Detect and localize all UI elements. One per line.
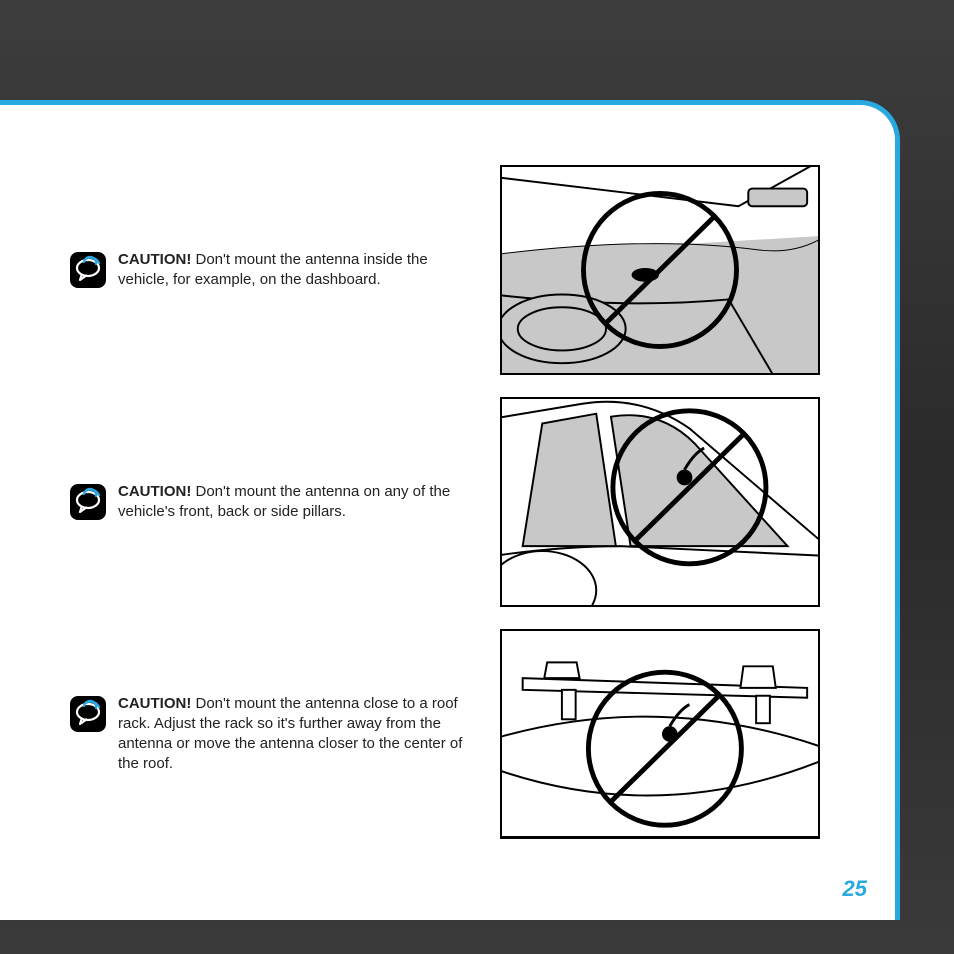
speech-bubble-icon bbox=[70, 696, 106, 732]
caution-block: CAUTION! Don't mount the antenna on any … bbox=[70, 482, 470, 523]
caution-list: CAUTION! Don't mount the antenna inside … bbox=[70, 165, 855, 839]
illustration-dashboard bbox=[500, 165, 820, 375]
caution-row: CAUTION! Don't mount the antenna on any … bbox=[70, 397, 855, 607]
speech-bubble-icon bbox=[70, 484, 106, 520]
caution-text: CAUTION! Don't mount the antenna inside … bbox=[118, 250, 470, 291]
caution-label: CAUTION! bbox=[118, 483, 191, 500]
illustration-pillar bbox=[500, 397, 820, 607]
speech-bubble-icon bbox=[70, 252, 106, 288]
caution-text: CAUTION! Don't mount the antenna close t… bbox=[118, 694, 470, 775]
page-number: 25 bbox=[843, 876, 867, 902]
caution-block: CAUTION! Don't mount the antenna close t… bbox=[70, 694, 470, 775]
manual-page: CAUTION! Don't mount the antenna inside … bbox=[0, 100, 900, 920]
caution-label: CAUTION! bbox=[118, 695, 191, 712]
illustration-roofrack bbox=[500, 629, 820, 839]
caution-block: CAUTION! Don't mount the antenna inside … bbox=[70, 250, 470, 291]
caution-row: CAUTION! Don't mount the antenna close t… bbox=[70, 629, 855, 839]
caution-label: CAUTION! bbox=[118, 251, 191, 268]
caution-row: CAUTION! Don't mount the antenna inside … bbox=[70, 165, 855, 375]
caution-text: CAUTION! Don't mount the antenna on any … bbox=[118, 482, 470, 523]
